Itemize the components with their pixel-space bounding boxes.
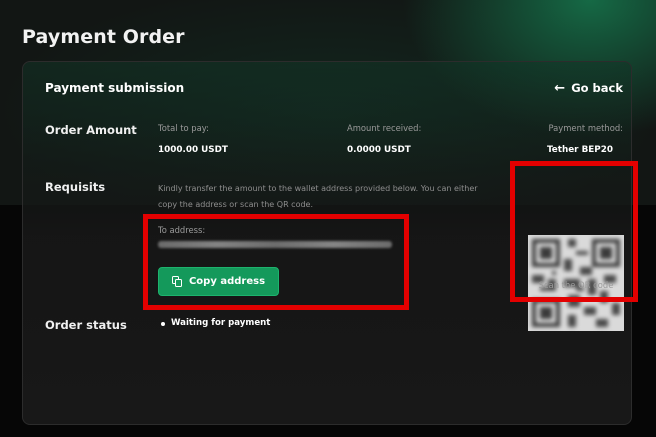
bullet-dot-icon bbox=[161, 322, 165, 326]
order-status-label: Order status bbox=[45, 318, 127, 332]
order-amount-label: Order Amount bbox=[45, 123, 137, 137]
amount-received-label: Amount received: bbox=[347, 123, 422, 133]
card-title: Payment submission bbox=[45, 81, 185, 95]
requisits-label: Requisits bbox=[45, 180, 106, 194]
qr-highlight-box bbox=[510, 161, 638, 302]
requisits-description: Kindly transfer the amount to the wallet… bbox=[158, 184, 478, 209]
total-to-pay-label: Total to pay: bbox=[158, 123, 209, 133]
payment-method-label: Payment method: bbox=[548, 123, 624, 133]
go-back-button[interactable]: ← Go back bbox=[554, 81, 623, 95]
address-highlight-box bbox=[143, 214, 409, 310]
total-to-pay-value: 1000.00 USDT bbox=[158, 145, 228, 155]
go-back-label: Go back bbox=[571, 81, 623, 95]
page-title: Payment Order bbox=[22, 26, 185, 48]
payment-method-value: Tether BEP20 bbox=[546, 145, 613, 155]
arrow-left-icon: ← bbox=[554, 80, 566, 96]
order-status-value: Waiting for payment bbox=[171, 318, 271, 328]
amount-received-value: 0.0000 USDT bbox=[347, 145, 411, 155]
